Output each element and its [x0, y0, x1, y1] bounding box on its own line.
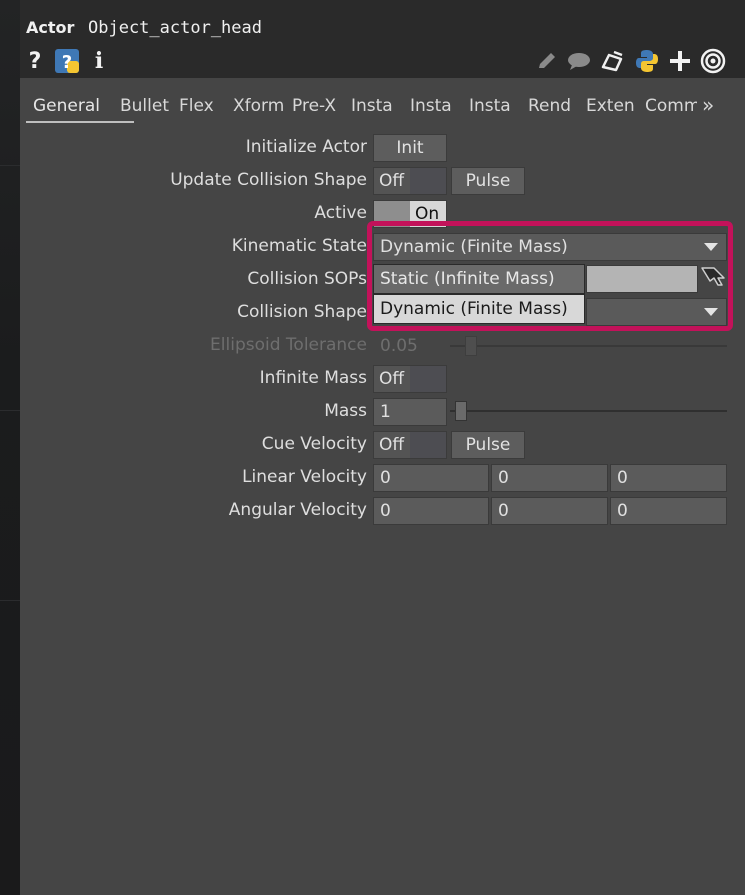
target-icon[interactable] [699, 48, 727, 74]
update-collision-shape-label: Update Collision Shape [170, 170, 367, 190]
toggle-knob [410, 168, 446, 194]
comment-bubble-icon[interactable] [566, 48, 592, 74]
kinematic-state-value: Dynamic (Finite Mass) [380, 237, 568, 257]
cue-velocity-label: Cue Velocity [261, 434, 367, 454]
infinite-mass-toggle[interactable]: Off [373, 365, 447, 393]
mass-field[interactable]: 1 [373, 398, 447, 426]
cue-velocity-toggle[interactable]: Off [373, 431, 447, 459]
desktop-background [0, 0, 20, 895]
kinematic-state-dropdown[interactable]: Dynamic (Finite Mass) [373, 233, 727, 261]
info-icon[interactable]: i [92, 48, 106, 74]
toggle-state-text: On [410, 201, 446, 227]
infinite-mass-label: Infinite Mass [259, 368, 367, 388]
mass-slider-knob[interactable] [455, 401, 467, 421]
chevron-down-icon[interactable] [704, 308, 718, 316]
linear-velocity-x-field[interactable]: 0 [373, 464, 489, 492]
kinematic-state-label: Kinematic State [231, 236, 367, 256]
tab-more-chevron-icon[interactable]: » [702, 93, 714, 117]
panel-top-strip [20, 0, 745, 10]
linear-velocity-label: Linear Velocity [242, 467, 367, 487]
toggle-knob [374, 201, 410, 227]
toggle-state-text: Off [374, 168, 410, 194]
parameter-panel: Actor Object_actor_head ? ? i General Bu… [20, 0, 745, 895]
tab-instance-3[interactable]: Insta [469, 96, 520, 116]
ellipsoid-tolerance-field[interactable]: 0.05 [373, 332, 447, 360]
ellipsoid-tolerance-slider-track[interactable] [450, 345, 727, 347]
tab-instance-2[interactable]: Insta [410, 96, 461, 116]
active-toggle[interactable]: On [373, 200, 447, 228]
tab-render[interactable]: Rend [528, 96, 579, 116]
linear-velocity-y-field[interactable]: 0 [491, 464, 608, 492]
collision-sops-field[interactable] [586, 265, 698, 293]
angular-velocity-x-field[interactable]: 0 [373, 497, 489, 525]
initialize-actor-label: Initialize Actor [245, 137, 367, 157]
update-collision-shape-toggle[interactable]: Off [373, 167, 447, 195]
angular-velocity-z-field[interactable]: 0 [610, 497, 727, 525]
linear-velocity-z-field[interactable]: 0 [610, 464, 727, 492]
ellipsoid-tolerance-label: Ellipsoid Tolerance [210, 335, 367, 355]
stage: Actor Object_actor_head ? ? i General Bu… [0, 0, 745, 895]
active-label: Active [314, 203, 367, 223]
mass-slider-track[interactable] [450, 410, 727, 412]
tab-extensions[interactable]: Exten [586, 96, 637, 116]
operator-header: Actor Object_actor_head [20, 10, 745, 44]
clone-icon[interactable] [600, 48, 626, 74]
tab-bullet[interactable]: Bullet [120, 96, 172, 116]
tab-xform[interactable]: Xform [233, 96, 285, 116]
toggle-state-text: Off [374, 432, 410, 458]
operator-name-field[interactable]: Object_actor_head [88, 18, 262, 38]
tab-common[interactable]: Comm [645, 96, 697, 116]
collision-shape-label: Collision Shape [237, 302, 367, 322]
tab-instance-1[interactable]: Insta [351, 96, 402, 116]
page-tabs: General Bullet Flex Xform Pre-X Insta In… [20, 88, 745, 124]
ellipsoid-tolerance-value: 0.05 [380, 336, 418, 356]
collision-shape-dropdown[interactable] [586, 298, 727, 326]
pencil-icon[interactable] [536, 48, 558, 74]
chevron-down-icon[interactable] [704, 243, 718, 251]
ellipsoid-tolerance-slider-knob[interactable] [465, 336, 477, 356]
update-collision-shape-pulse-button[interactable]: Pulse [451, 167, 525, 195]
angular-velocity-label: Angular Velocity [228, 500, 367, 520]
mass-value: 1 [380, 402, 391, 422]
icon-toolbar: ? ? i [20, 44, 745, 78]
toggle-state-text: Off [374, 366, 410, 392]
init-button[interactable]: Init [373, 134, 447, 162]
tab-pre-xform[interactable]: Pre-X [292, 96, 344, 116]
active-tab-underline [26, 121, 134, 123]
menu-item-static[interactable]: Static (Infinite Mass) [373, 264, 585, 294]
tab-general[interactable]: General [33, 96, 100, 116]
angular-velocity-y-field[interactable]: 0 [491, 497, 608, 525]
operator-type: Actor [26, 18, 75, 37]
cue-velocity-pulse-button[interactable]: Pulse [451, 431, 525, 459]
toggle-knob [410, 432, 446, 458]
python-help-icon[interactable]: ? [54, 48, 80, 74]
arrow-cursor-icon [700, 265, 728, 293]
svg-text:?: ? [62, 52, 72, 73]
tab-flex[interactable]: Flex [179, 96, 214, 116]
menu-item-dynamic[interactable]: Dynamic (Finite Mass) [373, 294, 585, 324]
mass-label: Mass [324, 401, 367, 421]
plus-icon[interactable] [668, 48, 692, 74]
toggle-knob [410, 366, 446, 392]
python-icon[interactable] [634, 48, 660, 74]
question-mark-icon[interactable]: ? [26, 48, 44, 74]
collision-sops-label: Collision SOPs [247, 269, 367, 289]
